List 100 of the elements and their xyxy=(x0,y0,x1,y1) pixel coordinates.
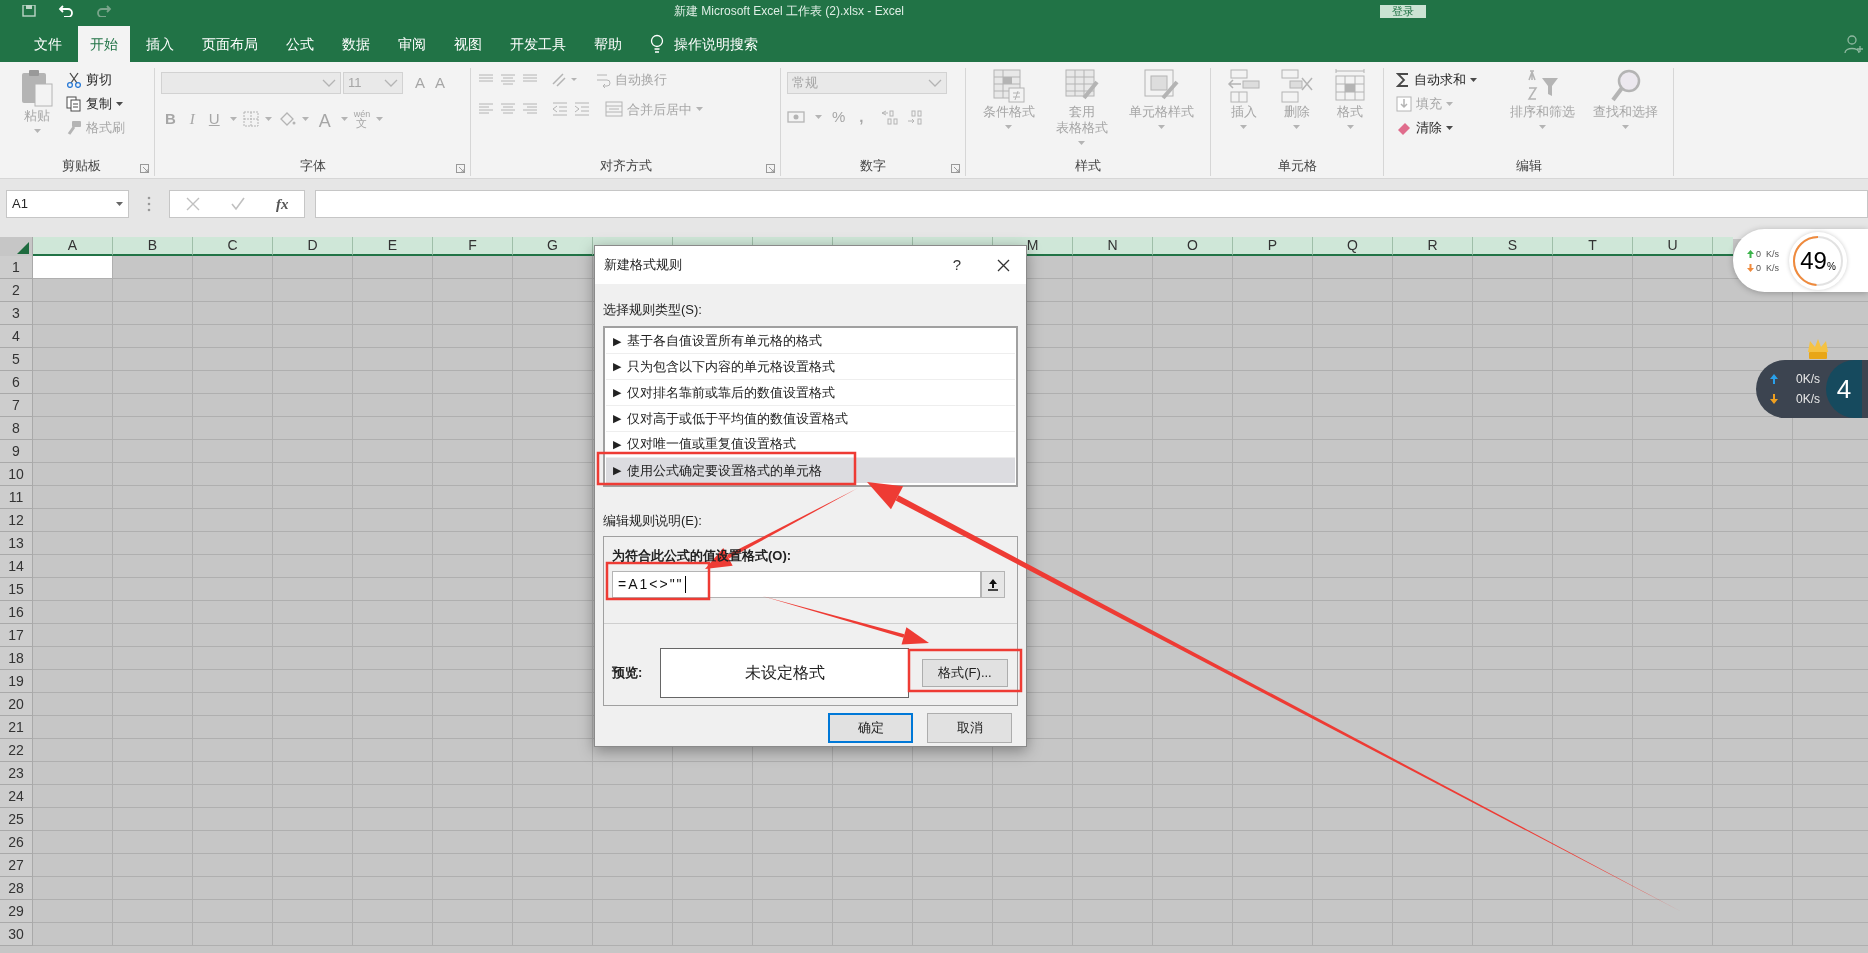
column-header[interactable]: T xyxy=(1553,237,1633,256)
column-header[interactable]: R xyxy=(1393,237,1473,256)
speed-text: 0K/s xyxy=(1796,391,1820,408)
row-header[interactable]: 2 xyxy=(0,279,33,302)
caret-icon xyxy=(264,117,272,121)
row-header[interactable]: 17 xyxy=(0,624,33,647)
row-header[interactable]: 7 xyxy=(0,394,33,417)
row-header[interactable]: 10 xyxy=(0,463,33,486)
save-icon[interactable] xyxy=(22,5,36,17)
dialog-launcher-icon[interactable] xyxy=(456,164,465,173)
collapse-button[interactable] xyxy=(981,570,1005,598)
ribbon-tab[interactable]: 页面布局 xyxy=(190,26,270,62)
ribbon-tab[interactable]: 数据 xyxy=(330,26,382,62)
column-header[interactable]: U xyxy=(1633,237,1713,256)
row-header[interactable]: 11 xyxy=(0,486,33,509)
caret-icon xyxy=(376,117,384,121)
share-person-icon[interactable] xyxy=(1844,34,1864,54)
formula-input[interactable] xyxy=(315,190,1868,218)
row-header[interactable]: 29 xyxy=(0,900,33,923)
row-header[interactable]: 25 xyxy=(0,808,33,831)
row-header[interactable]: 14 xyxy=(0,555,33,578)
row-header[interactable]: 15 xyxy=(0,578,33,601)
row-header[interactable]: 5 xyxy=(0,348,33,371)
tell-me-search[interactable]: 操作说明搜索 xyxy=(650,26,758,62)
ribbon-tab[interactable]: 审阅 xyxy=(386,26,438,62)
ribbon-button[interactable]: 剪切 xyxy=(66,68,125,92)
row-header[interactable]: 12 xyxy=(0,509,33,532)
name-box[interactable]: A1 xyxy=(6,190,129,218)
borders-icon[interactable] xyxy=(242,111,259,127)
dialog-launcher-icon[interactable] xyxy=(766,164,775,173)
column-header[interactable]: D xyxy=(273,237,353,256)
ribbon-tab[interactable]: 插入 xyxy=(134,26,186,62)
ribbon-tab[interactable]: 文件 xyxy=(22,26,74,62)
align-icon[interactable] xyxy=(499,71,517,88)
orientation-icon[interactable] xyxy=(551,71,577,88)
item-label: 仅对高于或低于平均值的数值设置格式 xyxy=(627,409,848,428)
caret-icon xyxy=(1078,141,1085,145)
confirm-icon[interactable] xyxy=(230,197,245,211)
row-header[interactable]: 8 xyxy=(0,417,33,440)
column-header[interactable]: A xyxy=(33,237,113,256)
column-header[interactable]: F xyxy=(433,237,513,256)
row-header[interactable]: 28 xyxy=(0,877,33,900)
list-item[interactable]: ▶ 使用公式确定要设置格式的单元格 xyxy=(606,457,1015,484)
ribbon-tab[interactable]: 公式 xyxy=(274,26,326,62)
dialog-launcher-icon[interactable] xyxy=(140,164,149,173)
row-header[interactable]: 3 xyxy=(0,302,33,325)
insert-function-button[interactable]: fx xyxy=(275,192,289,216)
column-header[interactable]: P xyxy=(1233,237,1313,256)
login-button[interactable]: 登录 xyxy=(1380,4,1426,18)
row-header[interactable]: 27 xyxy=(0,854,33,877)
row-header[interactable]: 4 xyxy=(0,325,33,348)
ok-button[interactable]: 确定 xyxy=(828,713,913,743)
row-header[interactable]: 20 xyxy=(0,693,33,716)
row-header[interactable]: 13 xyxy=(0,532,33,555)
ribbon-tab[interactable]: 开发工具 xyxy=(498,26,578,62)
column-header[interactable]: Q xyxy=(1313,237,1393,256)
close-icon[interactable] xyxy=(997,258,1010,272)
column-header[interactable]: B xyxy=(113,237,193,256)
row-header[interactable]: 22 xyxy=(0,739,33,762)
cancel-button[interactable]: 取消 xyxy=(927,713,1012,743)
decrease-indent-icon[interactable] xyxy=(551,101,569,118)
row-header[interactable]: 6 xyxy=(0,371,33,394)
row-header[interactable]: 24 xyxy=(0,785,33,808)
row-header[interactable]: 30 xyxy=(0,923,33,946)
column-header[interactable]: O xyxy=(1153,237,1233,256)
format-button[interactable]: 格式(F)... xyxy=(922,658,1008,687)
column-header[interactable] xyxy=(1713,237,1733,256)
row-header[interactable]: 26 xyxy=(0,831,33,854)
ribbon-button[interactable]: 自动求和 xyxy=(1396,68,1498,92)
section-label: 编辑规则说明(E): xyxy=(603,511,703,530)
caret-icon xyxy=(301,117,309,121)
column-header[interactable]: C xyxy=(193,237,273,256)
conditional-format-icon xyxy=(991,68,1026,104)
undo-icon[interactable] xyxy=(58,5,74,17)
select-all-icon[interactable] xyxy=(17,242,29,254)
row-header[interactable]: 16 xyxy=(0,601,33,624)
row-header[interactable]: 21 xyxy=(0,716,33,739)
cancel-icon[interactable] xyxy=(185,197,200,211)
increase-indent-icon[interactable] xyxy=(573,101,591,118)
redo-icon[interactable] xyxy=(96,5,112,17)
row-header[interactable]: 19 xyxy=(0,670,33,693)
row-header[interactable]: 18 xyxy=(0,647,33,670)
row-header[interactable]: 23 xyxy=(0,762,33,785)
increase-decimal-icon[interactable] xyxy=(879,109,900,125)
group-label: 字体 xyxy=(299,157,326,176)
ribbon-button[interactable]: 清除 xyxy=(1396,116,1498,140)
dialog-launcher-icon[interactable] xyxy=(951,164,960,173)
help-button[interactable]: ? xyxy=(952,253,961,277)
row-header[interactable]: 1 xyxy=(0,256,33,279)
column-header[interactable]: G xyxy=(513,237,593,256)
ribbon-tab[interactable]: 开始 xyxy=(78,26,130,62)
active-cell[interactable] xyxy=(33,256,112,278)
ribbon-tab[interactable]: 帮助 xyxy=(582,26,634,62)
row-header[interactable]: 9 xyxy=(0,440,33,463)
ribbon-button[interactable]: 复制 xyxy=(66,92,125,116)
formula-field[interactable]: =A1<>"" xyxy=(612,570,981,598)
ribbon-tab[interactable]: 视图 xyxy=(442,26,494,62)
column-header[interactable]: E xyxy=(353,237,433,256)
column-header[interactable]: S xyxy=(1473,237,1553,256)
column-header[interactable]: N xyxy=(1073,237,1153,256)
